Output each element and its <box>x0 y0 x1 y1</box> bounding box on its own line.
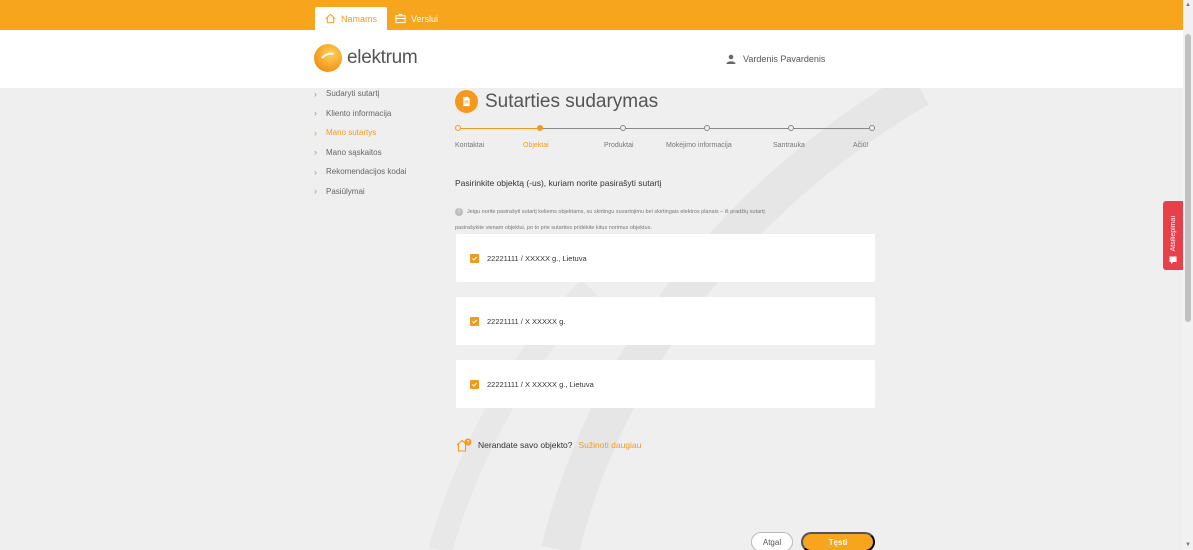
feedback-tab[interactable]: Atsiliepimai <box>1163 201 1183 270</box>
sidebar-item-referral-codes[interactable]: › Rekomendacijos kodai <box>314 162 444 182</box>
scrollbar-thumb[interactable] <box>1185 34 1191 322</box>
site-header: elektrum Vardenis Pavardenis <box>0 30 1183 88</box>
user-name: Vardenis Pavardenis <box>743 54 826 64</box>
sidebar-item-my-invoices[interactable]: › Mano sąskaitos <box>314 143 444 163</box>
sidebar-item-client-info[interactable]: › Kliento informacija <box>314 104 444 124</box>
check-icon <box>471 256 478 261</box>
sidebar-item-label: Mano sutartys <box>326 128 377 138</box>
object-checkbox[interactable] <box>470 316 479 326</box>
user-menu[interactable]: Vardenis Pavardenis <box>726 54 825 64</box>
step-label-objects: Objektai <box>523 142 549 149</box>
page-title: Sutarties sudarymas <box>485 90 659 112</box>
step-dot-objects <box>537 125 543 131</box>
sidebar-nav: › Sudaryti sutartį › Kliento informacija… <box>314 84 444 201</box>
chevron-right-icon: › <box>314 127 317 138</box>
check-icon <box>471 382 478 387</box>
object-not-found: ? Nerandate savo objekto? Sužinoti daugi… <box>456 438 641 452</box>
house-question-icon: ? <box>456 438 472 452</box>
scroll-up-arrow-icon[interactable]: ▲ <box>1185 2 1191 8</box>
progress-stepper <box>455 124 875 134</box>
tab-business[interactable]: Verslui <box>385 7 448 30</box>
chevron-right-icon: › <box>314 88 317 99</box>
step-label-summary: Santrauka <box>773 142 805 149</box>
info-icon: i <box>455 207 463 216</box>
sidebar-item-offers[interactable]: › Pasiūlymai <box>314 182 444 202</box>
logo-text: elektrum <box>347 47 418 68</box>
svg-text:?: ? <box>467 440 470 446</box>
document-icon <box>455 90 478 113</box>
step-label-contacts: Kontaktai <box>455 142 485 149</box>
page-scrollbar[interactable]: ▲ ▼ <box>1183 0 1193 550</box>
step-dot-products <box>620 125 626 131</box>
chevron-right-icon: › <box>314 108 317 119</box>
sidebar-item-label: Pasiūlymai <box>326 186 365 196</box>
object-card[interactable]: 22221111 / XXXXX g., Lietuva <box>456 234 875 282</box>
tab-business-label: Verslui <box>411 13 439 24</box>
step-label-payment: Mokėjimo informacija <box>666 142 732 149</box>
object-checkbox[interactable] <box>470 253 479 263</box>
chevron-right-icon: › <box>314 166 317 177</box>
tab-home-label: Namams <box>341 13 378 24</box>
stepper-labels: Kontaktai Objektai Produktai Mokėjimo in… <box>455 142 875 154</box>
elektrum-logo[interactable]: elektrum <box>314 44 418 72</box>
feedback-label: Atsiliepimai <box>1169 215 1177 251</box>
user-icon <box>726 54 736 64</box>
step-dot-summary <box>788 125 794 131</box>
sidebar-item-my-contracts[interactable]: › Mano sutartys <box>314 123 444 143</box>
top-navigation-bar: Namams Verslui <box>0 0 1183 30</box>
continue-button[interactable]: Tęsti <box>801 532 875 550</box>
page-title-row: Sutarties sudarymas <box>455 90 658 113</box>
object-label: 22221111 / XXXXX g., Lietuva <box>487 253 587 263</box>
object-label: 22221111 / X XXXXX g., Lietuva <box>487 379 594 389</box>
info-note: i Jeigu norite pasirašyti sutartį keliems… <box>455 204 875 236</box>
info-line-1: Jeigu norite pasirašyti sutartį keliems … <box>467 209 765 215</box>
sidebar-item-create-contract[interactable]: › Sudaryti sutartį <box>314 84 444 104</box>
sidebar-item-label: Sudaryti sutartį <box>326 89 380 99</box>
scroll-down-arrow-icon[interactable]: ▼ <box>1185 542 1191 548</box>
object-card[interactable]: 22221111 / X XXXXX g. <box>456 297 875 345</box>
briefcase-icon <box>395 13 406 24</box>
not-found-text: Nerandate savo objekto? <box>478 440 573 450</box>
sidebar-item-label: Rekomendacijos kodai <box>326 167 407 177</box>
learn-more-link[interactable]: Sužinoti daugiau <box>579 440 642 450</box>
step-label-thanks: Ačiū! <box>853 142 869 149</box>
tab-home[interactable]: Namams <box>315 7 388 30</box>
sidebar-item-label: Kliento informacija <box>326 108 392 118</box>
step-dot-thanks <box>869 125 875 131</box>
back-button[interactable]: Atgal <box>751 532 793 550</box>
step-label-products: Produktai <box>604 142 634 149</box>
object-card[interactable]: 22221111 / X XXXXX g., Lietuva <box>456 360 875 408</box>
info-line-2: pasirašykite vienam objektui, po to prie… <box>455 225 652 231</box>
section-title: Pasirinkite objektą (-us), kuriam norite… <box>455 178 662 188</box>
check-icon <box>471 319 478 324</box>
stepper-line-done <box>458 128 540 129</box>
chat-icon <box>1169 256 1177 264</box>
home-icon <box>325 13 336 24</box>
chevron-right-icon: › <box>314 186 317 197</box>
logo-mark-icon <box>314 44 342 72</box>
object-label: 22221111 / X XXXXX g. <box>487 316 566 326</box>
step-dot-payment <box>704 125 710 131</box>
chevron-right-icon: › <box>314 147 317 158</box>
step-dot-contacts <box>455 125 461 131</box>
sidebar-item-label: Mano sąskaitos <box>326 147 382 157</box>
object-checkbox[interactable] <box>470 379 479 389</box>
